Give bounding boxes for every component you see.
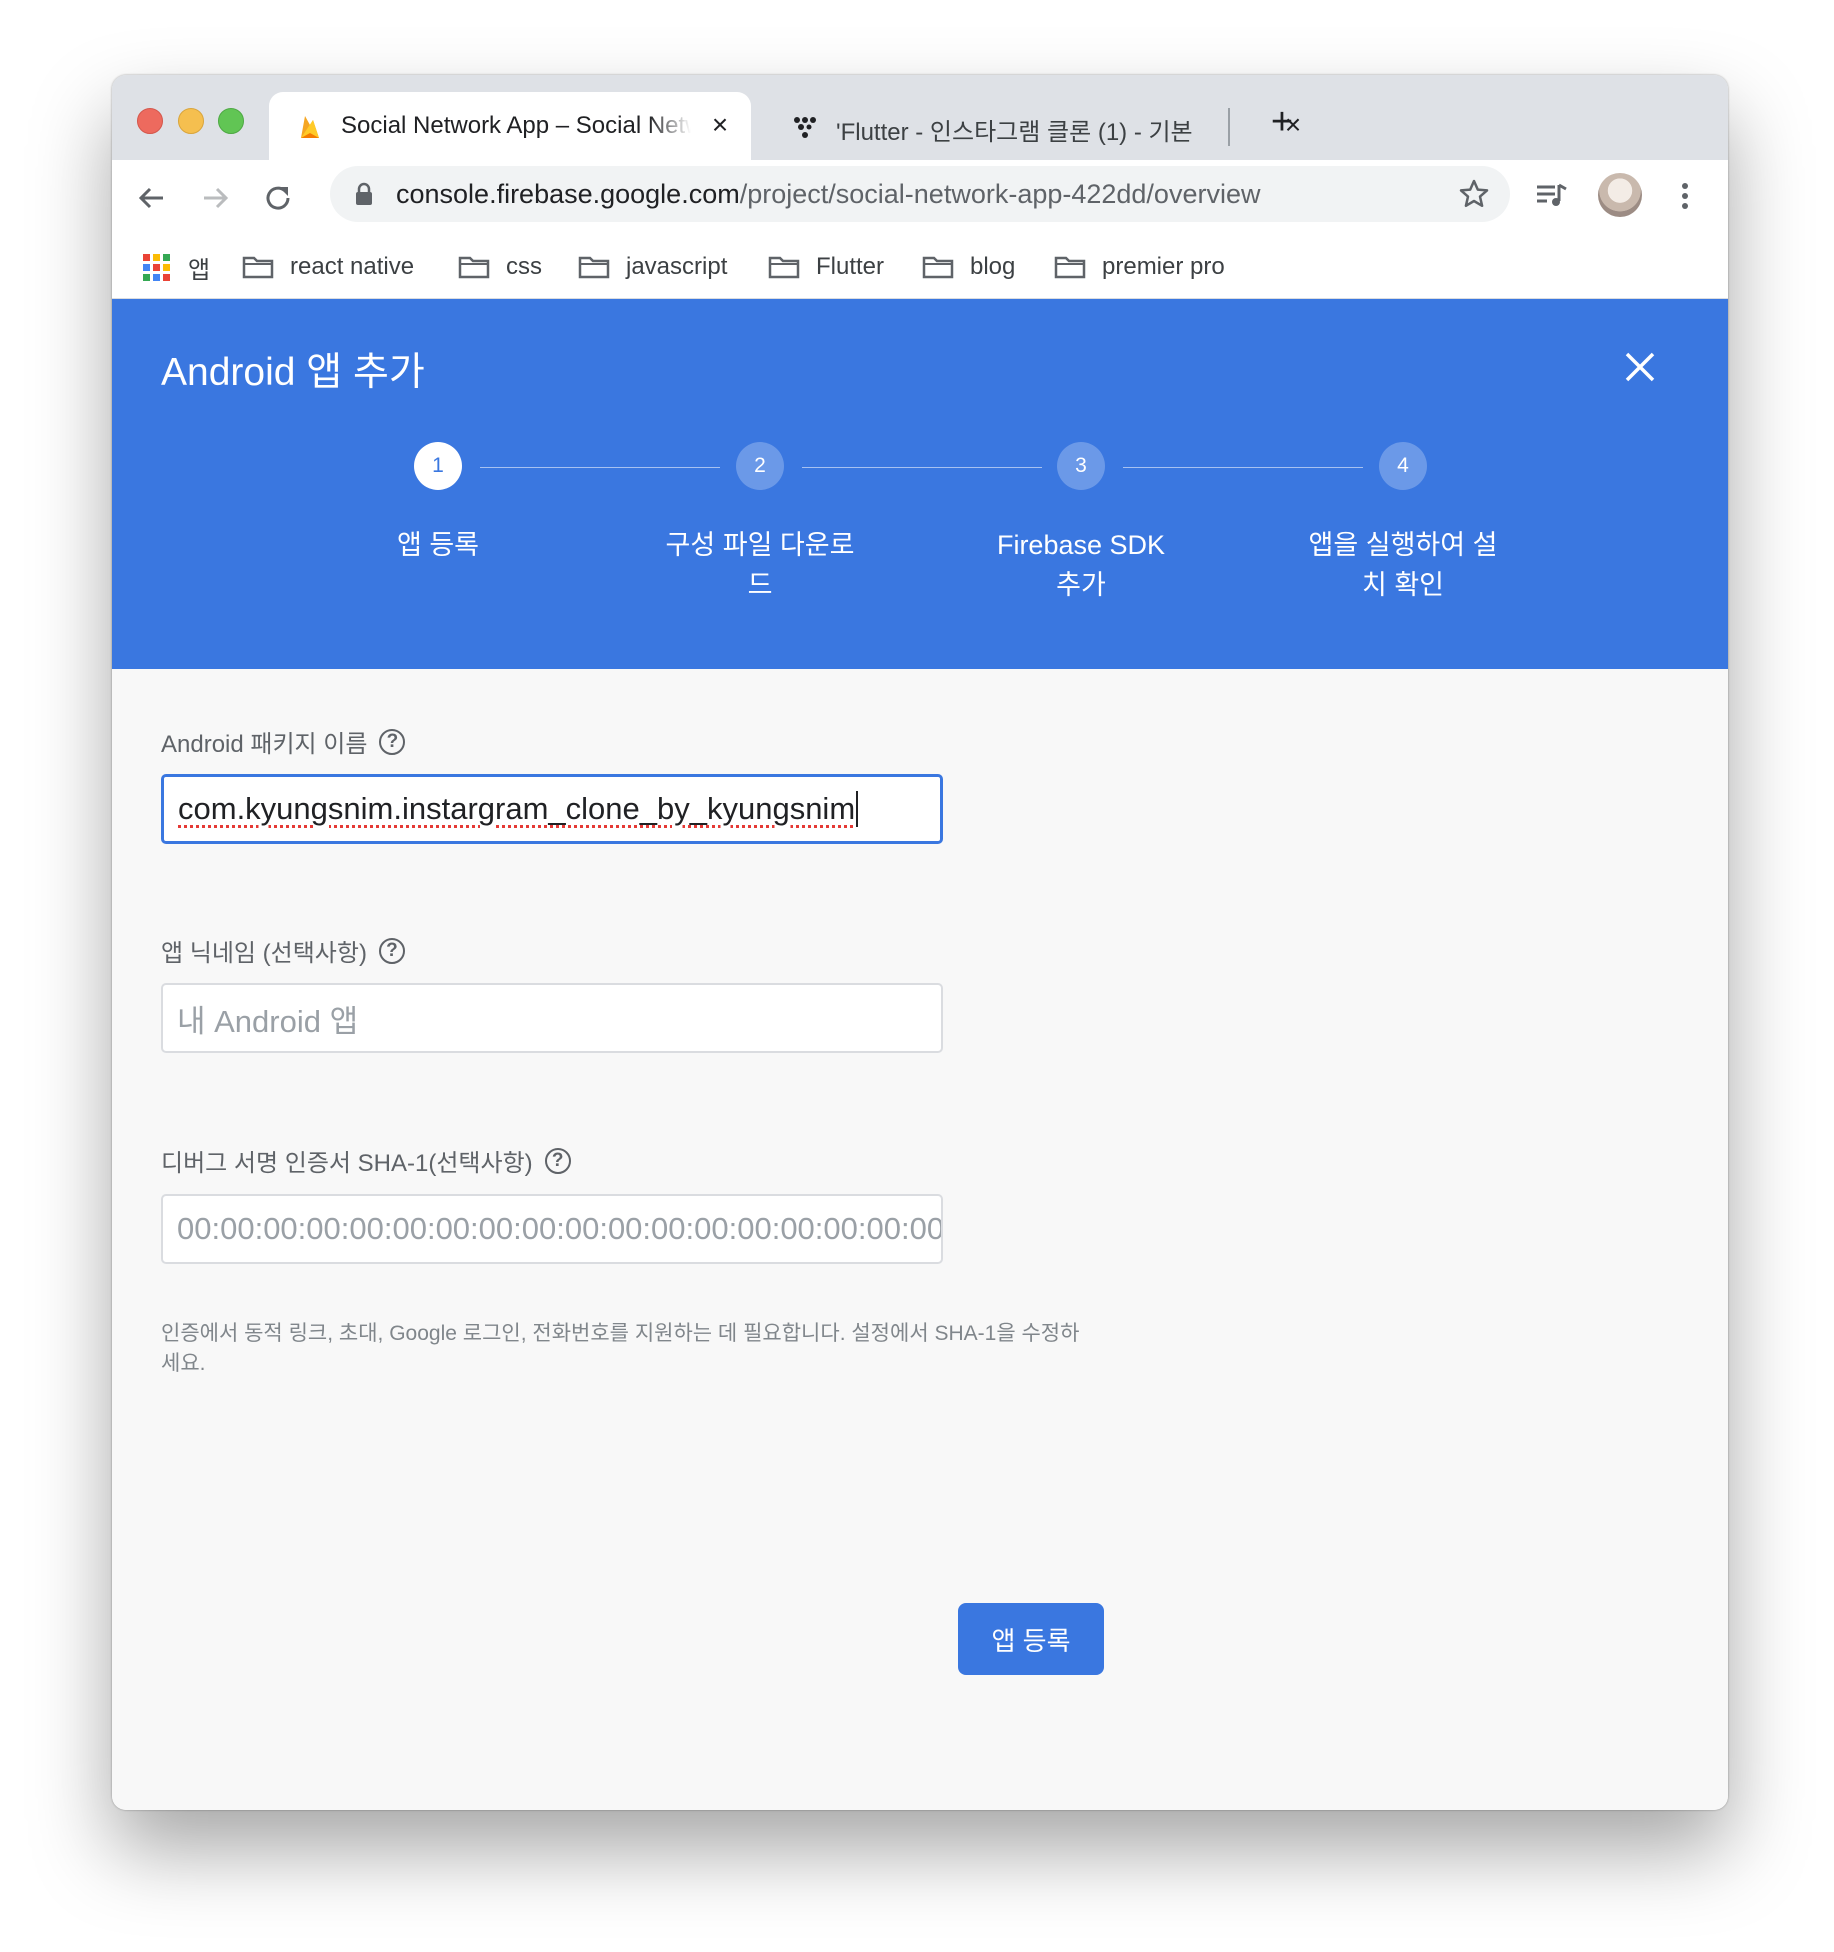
bookmark-label: react native (290, 253, 415, 280)
minimize-window-button[interactable] (178, 108, 204, 134)
menu-button[interactable] (1665, 176, 1705, 216)
tab-title: 'Flutter - 인스타그램 클론 (1) - 기본 (836, 119, 1193, 146)
address-bar[interactable]: console.firebase.google.com/project/soci… (330, 166, 1510, 222)
toolbar: console.firebase.google.com/project/soci… (112, 160, 1728, 236)
zoom-window-button[interactable] (218, 108, 244, 134)
text-caret (856, 791, 859, 827)
app-nickname-label-text: 앱 닉네임 (선택사항) (161, 940, 367, 967)
bookmark-label: css (506, 253, 542, 280)
step-connector (802, 467, 1042, 468)
step-1-circle: 1 (414, 442, 462, 490)
avatar[interactable] (1598, 173, 1642, 217)
app-nickname-input[interactable]: 내 Android 앱 (161, 983, 943, 1053)
package-name-label-text: Android 패키지 이름 (161, 731, 368, 758)
tab-flutter[interactable]: 'Flutter - 인스타그램 클론 (1) - 기본 × (764, 92, 1324, 160)
folder-icon (1054, 256, 1086, 279)
add-app-header: Android 앱 추가 1 2 3 4 앱 등록 구성 파일 다운로드 Fir… (112, 299, 1728, 669)
close-tab-icon[interactable]: × (707, 111, 733, 139)
bookmark-star-icon[interactable] (1458, 178, 1490, 210)
folder-icon (242, 256, 274, 279)
back-button[interactable] (132, 178, 172, 218)
help-icon[interactable]: ? (544, 1147, 571, 1174)
arrow-left-icon (138, 187, 163, 209)
more-vert-icon (1682, 183, 1688, 209)
bookmark-apps[interactable]: 앱 (143, 250, 210, 284)
package-name-value: com.kyungsnim.instargram_clone_by_kyungs… (178, 791, 856, 826)
step-3-circle: 3 (1057, 442, 1105, 490)
bookmark-label: 앱 (188, 256, 211, 284)
sha1-hint: 인증에서 동적 링크, 초대, Google 로그인, 전화번호를 지원하는 데… (161, 1322, 1080, 1375)
bookmark-label: premier pro (1102, 253, 1225, 280)
new-tab-button[interactable]: + (1262, 103, 1302, 143)
package-name-input[interactable]: com.kyungsnim.instargram_clone_by_kyungs… (161, 774, 943, 844)
url-host: console.firebase.google.com (396, 179, 740, 209)
step-2-circle: 2 (736, 442, 784, 490)
package-name-label: Android 패키지 이름 ? (161, 724, 406, 759)
bookmarks-bar: 앱 react native css javascript Flutter bl… (112, 236, 1728, 299)
tab-bar: Social Network App – Social Network App … (112, 75, 1728, 160)
step-3-label: Firebase SDK 추가 (996, 530, 1166, 600)
register-app-form: Android 패키지 이름 ? com.kyungsnim.instargra… (112, 669, 1728, 1810)
url-path: /project/social-network-app-422dd/overvi… (739, 179, 1261, 209)
help-icon[interactable]: ? (379, 728, 406, 755)
firebase-flame-icon (301, 116, 319, 138)
step-4-circle: 4 (1379, 442, 1427, 490)
bookmark-blog[interactable]: blog (922, 250, 1015, 284)
apps-grid-icon (143, 253, 170, 281)
app-nickname-label: 앱 닉네임 (선택사항) ? (161, 933, 405, 968)
folder-icon (578, 256, 610, 279)
help-icon[interactable]: ? (378, 937, 405, 964)
step-connector (1123, 467, 1363, 468)
reload-icon (266, 186, 290, 210)
tab-firebase[interactable]: Social Network App – Social Network App … (269, 92, 751, 160)
step-2-label: 구성 파일 다운로드 (665, 530, 855, 600)
bookmark-label: javascript (626, 253, 728, 280)
bookmark-flutter[interactable]: Flutter (768, 250, 884, 284)
folder-icon (922, 256, 954, 279)
bookmark-label: blog (970, 253, 1016, 280)
sha1-input[interactable]: 00:00:00:00:00:00:00:00:00:00:00:00:00:0… (161, 1194, 943, 1264)
folder-icon (458, 256, 490, 279)
bookmark-label: Flutter (816, 253, 885, 280)
dots-icon (794, 117, 816, 138)
bookmark-css[interactable]: css (458, 250, 542, 284)
tab-title: Social Network App – Social Network App (341, 112, 691, 139)
url-text: console.firebase.google.com/project/soci… (396, 179, 1260, 210)
sha1-label-text: 디버그 서명 인증서 SHA-1(선택사항) (161, 1150, 533, 1177)
folder-icon (768, 256, 800, 279)
browser-window: Social Network App – Social Network App … (112, 75, 1728, 1810)
forward-button[interactable] (195, 178, 235, 218)
app-nickname-placeholder: 내 Android 앱 (177, 1003, 359, 1039)
bookmark-javascript[interactable]: javascript (578, 250, 727, 284)
media-control-button[interactable] (1532, 176, 1572, 216)
arrow-right-icon (204, 187, 229, 209)
tab-separator (1228, 108, 1230, 146)
bookmark-premier-pro[interactable]: premier pro (1054, 250, 1225, 284)
close-icon[interactable] (1622, 349, 1658, 385)
lock-icon (356, 182, 372, 205)
sha1-placeholder: 00:00:00:00:00:00:00:00:00:00:00:00:00:0… (177, 1211, 943, 1246)
reload-button[interactable] (258, 178, 298, 218)
page-title: Android 앱 추가 (161, 351, 425, 394)
step-connector (480, 467, 720, 468)
close-window-button[interactable] (137, 108, 163, 134)
step-4-label: 앱을 실행하여 설치 확인 (1308, 530, 1498, 600)
bookmark-react-native[interactable]: react native (242, 250, 414, 284)
playlist-icon (1537, 183, 1567, 206)
sha1-label: 디버그 서명 인증서 SHA-1(선택사항) ? (161, 1143, 571, 1178)
step-1-label: 앱 등록 (396, 530, 480, 560)
register-app-button[interactable]: 앱 등록 (958, 1603, 1104, 1675)
